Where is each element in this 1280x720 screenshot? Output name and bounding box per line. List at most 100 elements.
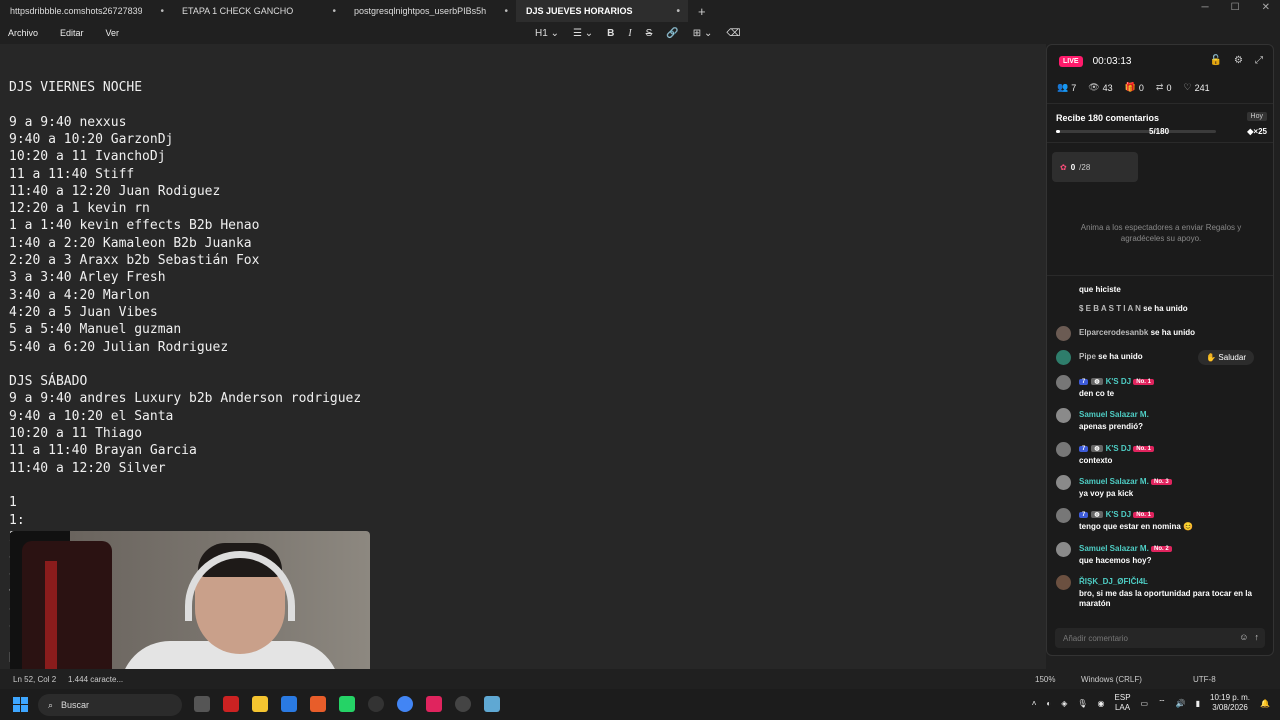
maximize-icon[interactable]: ☐ (1231, 2, 1240, 13)
document-line[interactable]: 10:20 a 11 Thiago (9, 425, 142, 442)
menu-file[interactable]: Archivo (8, 28, 38, 38)
store-icon[interactable] (281, 696, 297, 712)
minimize-icon[interactable]: ─ (1202, 2, 1209, 13)
comment-goal[interactable]: Recibe 180 comentarios Hoy 5/180 ◆×25 (1047, 103, 1273, 143)
taskview-icon[interactable] (194, 696, 210, 712)
document-line[interactable]: 12:20 a 1 kevin rn (9, 200, 150, 217)
notepad-icon[interactable] (484, 696, 500, 712)
tab-djs-jueves[interactable]: DJS JUEVES HORARIOS • (516, 0, 688, 22)
lock-icon[interactable]: 🔓 (1210, 55, 1222, 66)
italic-button[interactable]: I (628, 28, 631, 39)
document-line[interactable]: 1 a 1:40 kevin effects B2b Henao (9, 217, 259, 234)
chat-user[interactable]: Pipe (1079, 352, 1096, 361)
settings-icon[interactable]: ⚙ (1234, 55, 1243, 66)
document-line[interactable]: 5:40 a 6:20 Julian Rodriguez (9, 339, 228, 356)
shield-icon[interactable]: ◈ (1061, 699, 1067, 708)
tab-close-icon[interactable]: • (676, 6, 680, 17)
link-icon[interactable]: 🔗 (666, 28, 678, 39)
document-line[interactable]: 11 a 11:40 Brayan Garcia (9, 442, 197, 459)
clock[interactable]: 10:19 p. m. 3/08/2026 (1210, 693, 1250, 713)
chat-user[interactable]: Samuel Salazar M. (1079, 410, 1149, 419)
display-icon[interactable]: ▭ (1141, 699, 1149, 708)
document-line[interactable]: 1 (9, 494, 17, 511)
document-editor[interactable]: DJS VIERNES NOCHE 9 a 9:40 nexxus 9:40 a 1… (0, 44, 1046, 669)
popout-icon[interactable]: ⤢ (1255, 55, 1263, 66)
avatar[interactable] (1056, 408, 1071, 423)
heading-dropdown[interactable]: H1 ⌄ (535, 28, 559, 39)
document-line[interactable]: 9 a 9:40 nexxus (9, 114, 126, 131)
document-line[interactable]: 11 a 11:40 Stiff (9, 166, 134, 183)
notification-icon[interactable]: 🔔 (1260, 699, 1270, 708)
zoom-level[interactable]: 150% (1035, 675, 1055, 684)
comment-input[interactable]: Añadir comentario ☺ ↑ (1055, 628, 1265, 648)
menu-edit[interactable]: Editar (60, 28, 84, 38)
avatar[interactable] (1056, 350, 1071, 365)
line-ending[interactable]: Windows (CRLF) (1081, 675, 1142, 684)
app-icon[interactable] (310, 696, 326, 712)
wifi-icon[interactable]: ⌔ (1158, 698, 1166, 708)
list-dropdown[interactable]: ☰ ⌄ (573, 28, 593, 39)
avatar[interactable] (1056, 375, 1071, 390)
chat-user[interactable]: Samuel Salazar M. (1079, 544, 1149, 553)
document-line[interactable]: 9:40 a 10:20 el Santa (9, 408, 173, 425)
tab-postgres[interactable]: postgresqlnightpos_userbPIBs5h6oT • (344, 0, 516, 22)
document-line[interactable]: 2:20 a 3 Araxx b2b Sebastián Fox (9, 252, 259, 269)
document-line[interactable]: 11:40 a 12:20 Juan Rodiguez (9, 183, 220, 200)
tab-close-icon[interactable]: • (504, 6, 508, 17)
taskbar-search[interactable]: ⌕ Buscar (38, 694, 182, 716)
document-line[interactable]: 1:40 a 2:20 Kamaleon B2b Juanka (9, 235, 252, 252)
language-indicator[interactable]: ESP LAA (1115, 693, 1131, 713)
chat-user[interactable]: Elparcerodesanbk (1079, 328, 1148, 337)
encoding[interactable]: UTF-8 (1193, 675, 1216, 684)
app-icon[interactable] (223, 696, 239, 712)
tab-etapa[interactable]: ETAPA 1 CHECK GANCHO • (172, 0, 344, 22)
chat-user[interactable]: Samuel Salazar M. (1079, 477, 1149, 486)
chat-user[interactable]: ŘIŞK_DJ_ØFIČI4Ŀ (1079, 577, 1148, 586)
new-tab-button[interactable]: + (698, 4, 706, 19)
obs-icon[interactable] (368, 696, 384, 712)
chat-user[interactable]: K'S DJ (1106, 510, 1131, 519)
saludar-button[interactable]: ✋ Saludar (1198, 350, 1254, 365)
avatar[interactable] (1056, 542, 1071, 557)
document-line[interactable]: 3:40 a 4:20 Marlon (9, 287, 150, 304)
tab-close-icon[interactable]: • (332, 6, 336, 17)
avatar[interactable] (1056, 442, 1071, 457)
chevron-up-icon[interactable]: ˄ (1032, 699, 1037, 708)
avatar[interactable] (1056, 475, 1071, 490)
send-icon[interactable]: ↑ (1255, 632, 1260, 642)
strikethrough-button[interactable]: S (646, 28, 653, 39)
close-icon[interactable]: ✕ (1262, 2, 1270, 13)
gift-progress-chip[interactable]: ✿ 0/28 (1052, 152, 1138, 182)
document-line[interactable]: 4:20 a 5 Juan Vibes (9, 304, 158, 321)
chat-feed[interactable]: que hiciste $ E B A S T I A N se ha unid… (1047, 275, 1273, 625)
media-player-icon[interactable] (455, 696, 471, 712)
avatar[interactable] (1056, 508, 1071, 523)
avatar[interactable] (1056, 575, 1071, 590)
menu-view[interactable]: Ver (106, 28, 120, 38)
document-line[interactable]: 9 a 9:40 andres Luxury b2b Anderson rodr… (9, 390, 361, 407)
tiktok-live-icon[interactable] (426, 696, 442, 712)
file-explorer-icon[interactable] (252, 696, 268, 712)
clear-format-icon[interactable]: ⌫ (726, 28, 740, 39)
document-line[interactable]: 10:20 a 11 IvanchoDj (9, 148, 166, 165)
chat-user[interactable]: K'S DJ (1106, 377, 1131, 386)
document-line[interactable]: 5 a 5:40 Manuel guzman (9, 321, 181, 338)
avatar[interactable] (1056, 326, 1071, 341)
table-icon[interactable]: ⊞ ⌄ (693, 28, 713, 39)
tab-close-icon[interactable]: • (160, 6, 164, 17)
document-line[interactable]: DJS SÁBADO (9, 373, 87, 390)
volume-icon[interactable]: 🔊 (1176, 699, 1186, 708)
document-line[interactable]: 11:40 a 12:20 Silver (9, 460, 166, 477)
tab-dribbble[interactable]: httpsdribbble.comshots26727839-M • (0, 0, 172, 22)
document-line[interactable]: 3 a 3:40 Arley Fresh (9, 269, 166, 286)
document-line[interactable]: 9:40 a 10:20 GarzonDj (9, 131, 173, 148)
windows-start-icon[interactable] (13, 697, 28, 712)
chat-user[interactable]: K'S DJ (1106, 444, 1131, 453)
battery-icon[interactable]: ▮ (1196, 699, 1200, 708)
chrome-icon[interactable] (397, 696, 413, 712)
emoji-icon[interactable]: ☺ (1239, 632, 1248, 642)
network-icon[interactable]: ◉ (1098, 699, 1105, 708)
bold-button[interactable]: B (607, 28, 614, 39)
edge-icon[interactable]: ◐ (1046, 699, 1051, 708)
document-line[interactable]: 1: (9, 512, 25, 529)
